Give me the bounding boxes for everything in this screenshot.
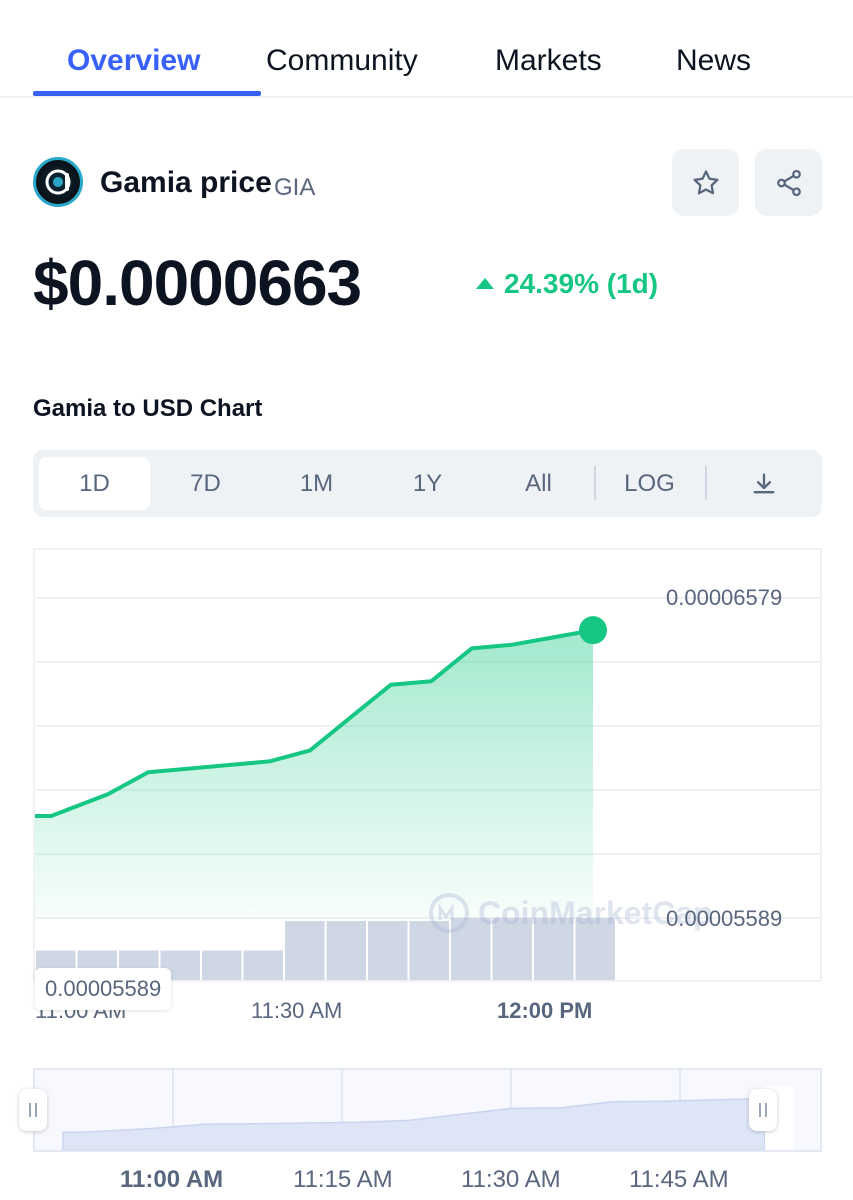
- navigator-chart-svg: [62, 1070, 793, 1150]
- gamia-logo-icon: [33, 157, 83, 207]
- navigator-right-handle[interactable]: [749, 1089, 777, 1131]
- navigator-left-handle[interactable]: [19, 1089, 47, 1131]
- download-icon: [753, 473, 774, 493]
- range-1d-button[interactable]: 1D: [39, 457, 150, 510]
- navigator-time-label: 11:00 AM: [120, 1166, 224, 1193]
- time-navigator[interactable]: [33, 1068, 822, 1152]
- tab-overview[interactable]: Overview: [67, 44, 200, 78]
- active-tab-indicator: [33, 91, 261, 96]
- y-axis-low-label: 0.00005589: [666, 906, 783, 931]
- range-1m-button[interactable]: 1M: [261, 457, 372, 510]
- x-axis-label: 12:00 PM: [497, 998, 593, 1023]
- share-button[interactable]: [755, 149, 822, 216]
- current-price-dot: [579, 616, 607, 645]
- download-button[interactable]: [708, 457, 819, 510]
- y-axis-high-label: 0.00006579: [666, 585, 783, 610]
- range-selector: 1D 7D 1M 1Y All LOG: [33, 450, 822, 517]
- range-all-button[interactable]: All: [483, 457, 594, 510]
- coinmarketcap-logo-icon: [429, 893, 469, 933]
- navigator-time-label: 11:45 AM: [629, 1166, 729, 1193]
- range-divider: [705, 466, 707, 500]
- price-change-badge: 24.39% (1d): [476, 268, 658, 300]
- volume-bar: [368, 920, 408, 980]
- navigator-time-label: 11:30 AM: [461, 1166, 561, 1193]
- volume-bar: [243, 950, 283, 980]
- star-icon: [693, 169, 718, 194]
- watchlist-button[interactable]: [672, 149, 739, 216]
- coin-symbol: GIA: [274, 174, 316, 201]
- navigator-area: [62, 1097, 766, 1150]
- log-scale-button[interactable]: LOG: [594, 457, 705, 510]
- tab-bar: Overview Community Markets News: [0, 0, 853, 98]
- chart-title: Gamia to USD Chart: [33, 395, 263, 422]
- x-axis-label: 11:30 AM: [251, 998, 343, 1023]
- volume-bar: [285, 920, 325, 980]
- range-7d-button[interactable]: 7D: [150, 457, 261, 510]
- coin-name: Gamia price: [100, 166, 272, 199]
- volume-bar: [326, 920, 366, 980]
- share-icon: [776, 169, 801, 196]
- volume-bar: [202, 950, 242, 980]
- price-change-value: 24.39% (1d): [504, 268, 659, 299]
- tab-markets[interactable]: Markets: [495, 44, 602, 78]
- current-price-tag: 0.00005589: [35, 968, 172, 1010]
- range-1y-button[interactable]: 1Y: [372, 457, 483, 510]
- tab-news[interactable]: News: [676, 44, 751, 78]
- navigator-time-label: 11:15 AM: [293, 1166, 393, 1193]
- tab-community[interactable]: Community: [266, 44, 418, 78]
- price-area: [35, 630, 593, 918]
- current-price: $0.0000663: [33, 247, 362, 319]
- caret-up-icon: [476, 277, 494, 289]
